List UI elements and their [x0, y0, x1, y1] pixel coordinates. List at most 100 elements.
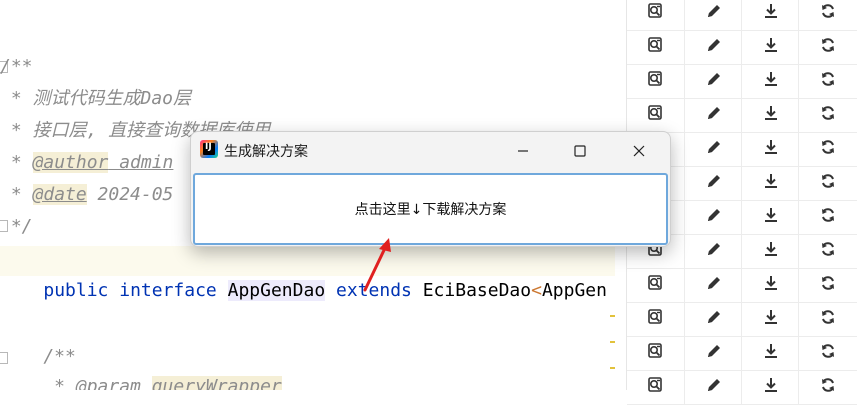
refresh-icon — [819, 240, 837, 263]
edit-pencil-icon — [705, 104, 723, 127]
refresh-button[interactable] — [798, 132, 856, 166]
download-button[interactable] — [741, 234, 799, 268]
table-row — [627, 98, 857, 133]
close-icon — [633, 145, 645, 157]
refresh-icon — [819, 342, 837, 365]
edit-pencil-icon — [705, 308, 723, 331]
download-icon — [762, 206, 780, 229]
search-doc-icon — [647, 376, 665, 399]
author-tag: @author — [32, 152, 109, 173]
download-icon — [762, 138, 780, 161]
edit-pencil-icon — [705, 342, 723, 365]
refresh-button[interactable] — [798, 268, 856, 302]
generic-type: AppGen — [541, 280, 607, 301]
download-button[interactable] — [741, 64, 799, 98]
edit-pencil-button[interactable] — [684, 132, 742, 166]
search-doc-icon — [647, 36, 665, 59]
download-button[interactable] — [741, 336, 799, 370]
download-button[interactable] — [741, 268, 799, 302]
code-line-author: * @author admin — [0, 148, 173, 178]
edit-pencil-icon — [705, 70, 723, 93]
download-button[interactable] — [741, 370, 799, 404]
dialog-title: 生成解决方案 — [224, 144, 308, 160]
edit-pencil-button[interactable] — [684, 234, 742, 268]
refresh-icon — [819, 206, 837, 229]
search-doc-button[interactable] — [627, 336, 684, 370]
download-solution-link[interactable]: 点击这里↓下载解决方案 — [355, 199, 507, 219]
download-button[interactable] — [741, 132, 799, 166]
edit-pencil-icon — [705, 172, 723, 195]
download-icon — [762, 172, 780, 195]
code-line-param: * @param queryWrapper — [0, 372, 282, 390]
change-marker[interactable] — [610, 341, 615, 343]
refresh-button[interactable] — [798, 64, 856, 98]
table-row — [627, 370, 857, 405]
param-prefix: * @param — [0, 376, 152, 390]
search-doc-icon — [647, 104, 665, 127]
download-icon — [762, 2, 780, 25]
edit-pencil-icon — [705, 240, 723, 263]
download-icon — [762, 342, 780, 365]
base-class: EciBaseDao — [422, 280, 532, 301]
edit-pencil-button[interactable] — [684, 268, 742, 302]
edit-pencil-button[interactable] — [684, 64, 742, 98]
search-doc-button[interactable] — [627, 98, 684, 132]
refresh-button[interactable] — [798, 336, 856, 370]
edit-pencil-button[interactable] — [684, 166, 742, 200]
close-button[interactable] — [612, 132, 666, 170]
maximize-button[interactable] — [553, 132, 607, 170]
keyword-extends: extends — [336, 280, 412, 301]
search-doc-button[interactable] — [627, 30, 684, 64]
dialog-content: 点击这里↓下载解决方案 — [193, 173, 668, 245]
edit-pencil-button[interactable] — [684, 336, 742, 370]
param-name: queryWrapper — [151, 376, 282, 390]
minimize-button[interactable] — [496, 132, 550, 170]
download-button[interactable] — [741, 302, 799, 336]
download-button[interactable] — [741, 30, 799, 64]
search-doc-button[interactable] — [627, 370, 684, 404]
search-doc-button[interactable] — [627, 302, 684, 336]
code-line-javadoc-open: /** — [0, 346, 76, 367]
refresh-button[interactable] — [798, 98, 856, 132]
search-doc-button[interactable] — [627, 0, 684, 30]
download-button[interactable] — [741, 98, 799, 132]
download-icon — [762, 308, 780, 331]
dialog-titlebar[interactable]: IJ 生成解决方案 — [191, 132, 670, 170]
refresh-button[interactable] — [798, 370, 856, 404]
edit-pencil-button[interactable] — [684, 200, 742, 234]
edit-pencil-button[interactable] — [684, 30, 742, 64]
refresh-button[interactable] — [798, 30, 856, 64]
change-marker[interactable] — [610, 367, 615, 369]
edit-pencil-icon — [705, 206, 723, 229]
download-button[interactable] — [741, 166, 799, 200]
date-prefix: * — [0, 184, 33, 205]
code-line-comment-open: /** — [0, 56, 33, 77]
generic-bracket: < — [531, 280, 542, 301]
edit-pencil-button[interactable] — [684, 302, 742, 336]
refresh-icon — [819, 274, 837, 297]
download-button[interactable] — [741, 0, 799, 30]
refresh-icon — [819, 70, 837, 93]
download-icon — [762, 376, 780, 399]
refresh-icon — [819, 36, 837, 59]
search-doc-button[interactable] — [627, 268, 684, 302]
keyword-public: public — [43, 280, 109, 301]
refresh-button[interactable] — [798, 200, 856, 234]
edit-pencil-button[interactable] — [684, 98, 742, 132]
refresh-button[interactable] — [798, 166, 856, 200]
download-icon — [762, 274, 780, 297]
search-doc-button[interactable] — [627, 64, 684, 98]
search-doc-icon — [647, 342, 665, 365]
refresh-icon — [819, 138, 837, 161]
refresh-button[interactable] — [798, 302, 856, 336]
download-button[interactable] — [741, 200, 799, 234]
edit-pencil-button[interactable] — [684, 0, 742, 30]
change-marker[interactable] — [610, 315, 615, 317]
download-icon — [762, 70, 780, 93]
refresh-button[interactable] — [798, 234, 856, 268]
table-row — [627, 64, 857, 99]
refresh-icon — [819, 376, 837, 399]
edit-pencil-button[interactable] — [684, 370, 742, 404]
maximize-icon — [574, 145, 586, 157]
refresh-button[interactable] — [798, 0, 856, 30]
